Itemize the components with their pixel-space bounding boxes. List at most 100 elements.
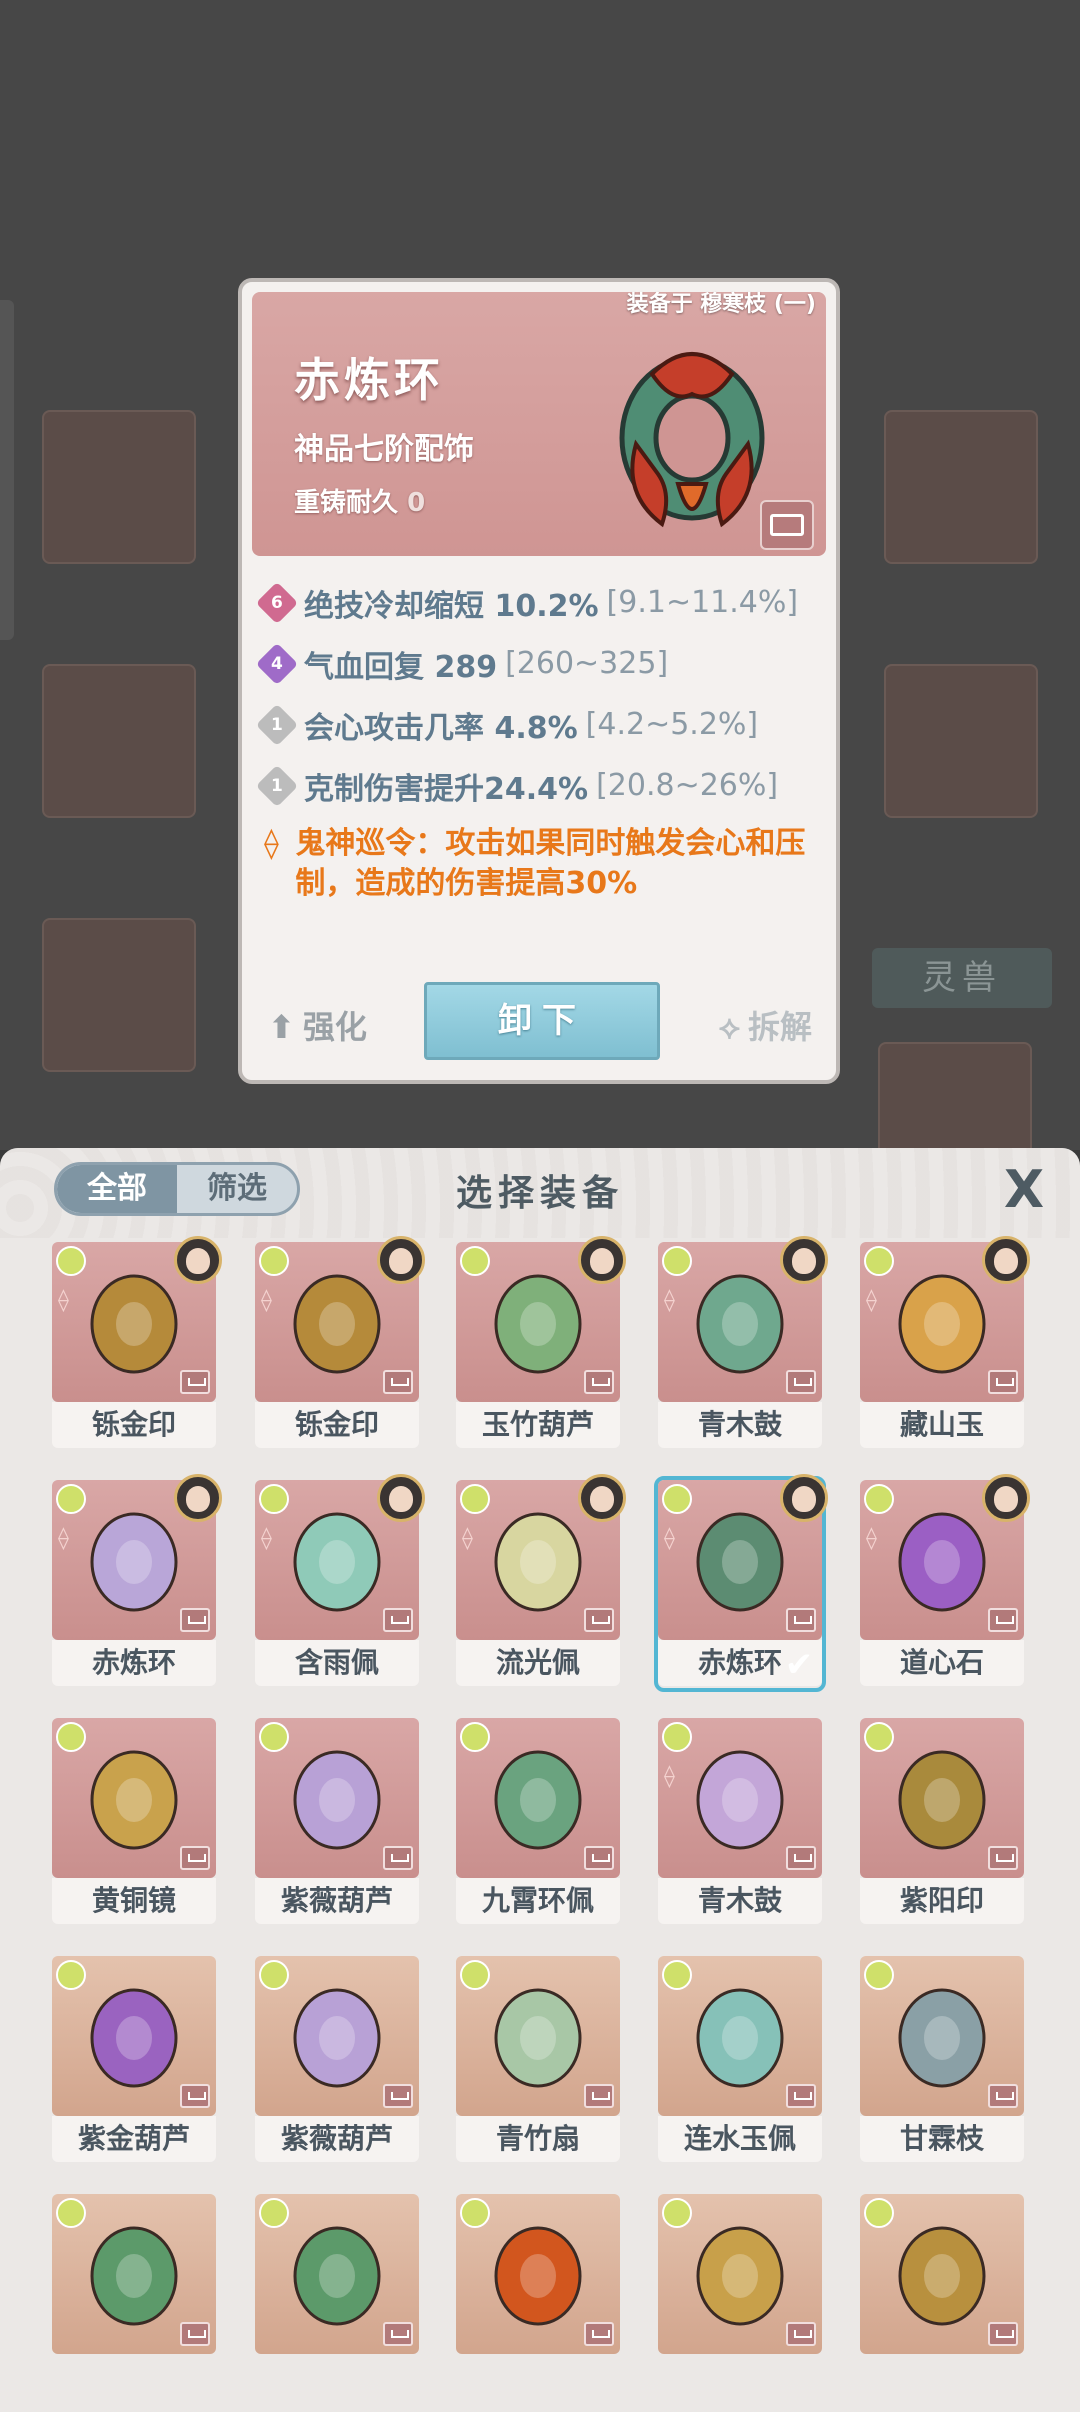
- stat-row: 6 绝技冷却缩短 10.2% [9.1~11.4%]: [255, 572, 822, 633]
- lock-icon: [584, 1370, 614, 1394]
- equipment-item[interactable]: ⟠ 流光佩: [456, 1474, 626, 1688]
- set-icon: ⟠: [664, 1288, 675, 1313]
- item-art: [686, 1264, 794, 1380]
- equipment-item[interactable]: [658, 2194, 822, 2402]
- lock-icon: [383, 1370, 413, 1394]
- equipment-item[interactable]: [255, 2194, 419, 2402]
- set-skill-icon: ⟠: [264, 826, 279, 861]
- owner-avatar: [578, 1236, 626, 1284]
- equipment-item[interactable]: [52, 2194, 216, 2402]
- stat-rank-badge: 4: [255, 642, 299, 685]
- close-button[interactable]: X: [996, 1162, 1052, 1218]
- item-art: [686, 1740, 794, 1856]
- equipment-item-name: 铄金印: [52, 1402, 216, 1448]
- item-art: [283, 1740, 391, 1856]
- panel-title: 选择装备: [455, 1173, 624, 1214]
- item-art: [80, 1502, 188, 1618]
- side-handle[interactable]: [0, 300, 14, 640]
- owner-avatar: [780, 1236, 828, 1284]
- stat-range: [20.8~26%]: [596, 768, 779, 803]
- set-icon: ⟠: [462, 1526, 473, 1551]
- equipment-item[interactable]: ⟠ 赤炼环 ✔: [654, 1474, 828, 1692]
- equipment-item[interactable]: 紫金葫芦: [52, 1956, 216, 2164]
- lock-toggle-button[interactable]: [760, 500, 814, 550]
- owner-avatar: [578, 1474, 626, 1522]
- equipment-item-name: 含雨佩: [255, 1640, 419, 1686]
- item-art: [283, 2216, 391, 2332]
- set-icon: ⟠: [866, 1288, 877, 1313]
- equipment-item[interactable]: ⟠ 藏山玉: [860, 1236, 1030, 1450]
- equipment-detail-card: 装备于 穆寒枝 (一) 赤炼环 神品七阶配饰 重铸耐久 0 6 绝技冷却缩短 1…: [238, 278, 840, 1084]
- item-art: [686, 2216, 794, 2332]
- equipment-item-name: 道心石: [860, 1640, 1024, 1686]
- bg-equip-slot[interactable]: [42, 410, 196, 564]
- up-arrow-icon: ⬆: [268, 1008, 295, 1046]
- bg-equip-slot[interactable]: [884, 410, 1038, 564]
- lock-icon: [786, 2322, 816, 2346]
- item-art: [484, 1740, 592, 1856]
- lock-icon: [584, 1608, 614, 1632]
- lock-icon: [786, 1370, 816, 1394]
- item-art: [80, 1978, 188, 2094]
- set-icon: ⟠: [58, 1526, 69, 1551]
- stat-range: [4.2~5.2%]: [585, 707, 759, 742]
- equipment-item[interactable]: ⟠ 道心石: [860, 1474, 1030, 1688]
- lock-icon: [383, 2084, 413, 2108]
- equipment-item[interactable]: 连水玉佩: [658, 1956, 822, 2164]
- set-skill-text: 鬼神巡令：攻击如果同时触发会心和压制，造成的伤害提高30%: [295, 826, 806, 901]
- equipment-item[interactable]: 紫阳印: [860, 1718, 1024, 1926]
- equipment-item[interactable]: ⟠ 铄金印: [255, 1236, 425, 1450]
- bg-equip-slot[interactable]: [42, 918, 196, 1072]
- lock-icon: [786, 1608, 816, 1632]
- detail-actions: ⬆ 强化 卸下 ⟡ 拆解: [242, 982, 836, 1072]
- equipment-item-name: 紫阳印: [860, 1878, 1024, 1924]
- equipment-item[interactable]: [456, 2194, 620, 2402]
- stat-rank-badge: 1: [255, 703, 299, 746]
- equipment-item[interactable]: ⟠ 含雨佩: [255, 1474, 425, 1688]
- stat-row: 4 气血回复 289 [260~325]: [255, 633, 822, 694]
- stat-range: [9.1~11.4%]: [606, 585, 799, 620]
- bg-equip-slot[interactable]: [884, 664, 1038, 818]
- lock-icon: [180, 2322, 210, 2346]
- equipment-item-name: 紫薇葫芦: [255, 1878, 419, 1924]
- bg-equip-slot[interactable]: [42, 664, 196, 818]
- equipment-item[interactable]: ⟠ 铄金印: [52, 1236, 222, 1450]
- equipment-item[interactable]: 九霄环佩: [456, 1718, 620, 1926]
- equipment-item-card: [860, 2194, 1024, 2354]
- reforge-value: 0: [407, 488, 426, 518]
- lock-icon: [383, 1608, 413, 1632]
- strengthen-button[interactable]: ⬆ 强化: [268, 1002, 367, 1048]
- equipment-item[interactable]: 紫薇葫芦: [255, 1956, 419, 2164]
- stat-name: 气血回复 289: [304, 649, 498, 685]
- equipment-item-name: 青木鼓: [658, 1402, 822, 1448]
- stat-name: 克制伤害提升24.4%: [304, 771, 589, 807]
- stat-name: 绝技冷却缩短 10.2%: [304, 588, 599, 624]
- item-art: [888, 1264, 996, 1380]
- equipment-item[interactable]: 紫薇葫芦: [255, 1718, 419, 1926]
- equipment-item[interactable]: 玉竹葫芦: [456, 1236, 626, 1450]
- set-icon: ⟠: [866, 1526, 877, 1551]
- select-equipment-panel: 全部 筛选 选择装备 X ⟠ 铄金印 ⟠ 铄金印 玉竹葫芦 ⟠ 青木鼓 ⟠ 藏山玉 ⟠ 赤炼环 ⟠ 含雨…: [0, 1148, 1080, 2412]
- lock-icon: [180, 2084, 210, 2108]
- equipment-item[interactable]: [860, 2194, 1024, 2402]
- equipment-item[interactable]: ⟠ 青木鼓: [658, 1718, 822, 1926]
- dismantle-button[interactable]: ⟡ 拆解: [719, 1002, 812, 1048]
- item-art: [686, 1978, 794, 2094]
- equipment-item[interactable]: ⟠ 青木鼓: [658, 1236, 828, 1450]
- unequip-button[interactable]: 卸下: [424, 982, 660, 1060]
- item-art: [484, 2216, 592, 2332]
- owner-avatar: [982, 1236, 1030, 1284]
- equipment-item[interactable]: 黄铜镜: [52, 1718, 216, 1926]
- spirit-beast-tab[interactable]: 灵兽: [872, 948, 1052, 1008]
- equipment-item[interactable]: 青竹扇: [456, 1956, 620, 2164]
- item-art: [283, 1264, 391, 1380]
- lock-icon: [180, 1608, 210, 1632]
- equipment-item-name: 青竹扇: [456, 2116, 620, 2162]
- equipment-item[interactable]: ⟠ 赤炼环: [52, 1474, 222, 1688]
- set-icon: ⟠: [664, 1526, 675, 1551]
- equipped-on-label: 装备于 穆寒枝 (一): [626, 292, 816, 317]
- lock-icon: [180, 1846, 210, 1870]
- equipment-item[interactable]: 甘霖枝: [860, 1956, 1024, 2164]
- lock-icon: [786, 1846, 816, 1870]
- equipment-item-name: 甘霖枝: [860, 2116, 1024, 2162]
